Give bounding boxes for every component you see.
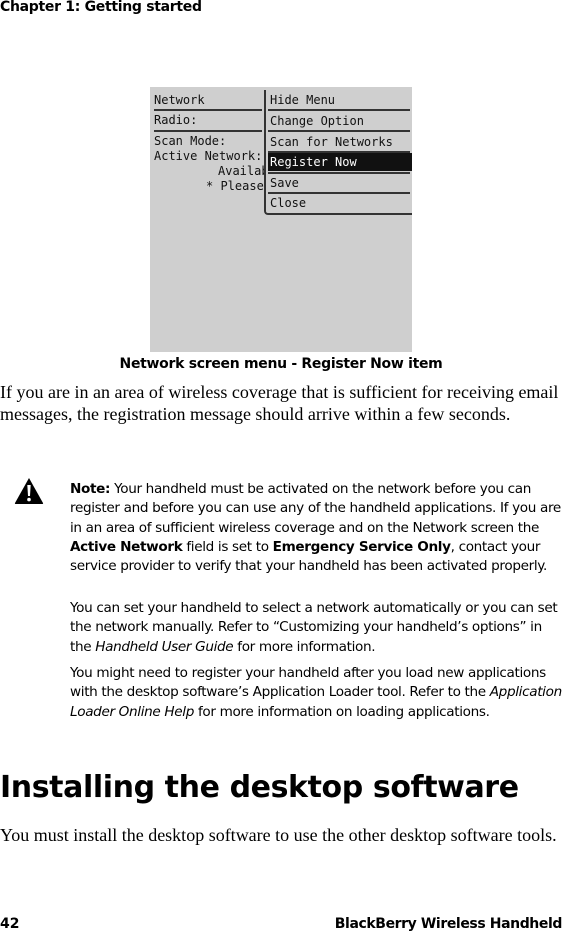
menu-item-hide-menu[interactable]: Hide Menu [268, 91, 412, 109]
body-paragraph: If you are in an area of wireless covera… [0, 382, 559, 424]
note-text: You might need to register your handheld… [70, 665, 546, 701]
note-paragraph: You might need to register your handheld… [70, 664, 562, 722]
field-radio: Radio: [154, 113, 198, 127]
section-heading: Installing the desktop software [0, 770, 519, 805]
menu-item-scan-for-networks[interactable]: Scan for Networks [268, 133, 412, 151]
network-screen-figure: Network Radio: Scan Mode: Active Network… [150, 87, 412, 352]
book-title: BlackBerry Wireless Handheld [334, 916, 562, 932]
note-text: for more information. [233, 638, 376, 655]
menu-item-close[interactable]: Close [268, 194, 412, 212]
field-please: * Please [206, 179, 264, 193]
menu-item-register-now[interactable]: Register Now [268, 153, 412, 171]
field-value-emergency: Emergency Service Only [272, 538, 451, 555]
book-reference: Handheld User Guide [95, 638, 234, 655]
note-label: Note: [70, 481, 111, 497]
menu-separator [268, 130, 410, 132]
menu-separator [268, 109, 410, 111]
screen-title: Network [154, 93, 205, 107]
note-paragraph: You can set your handheld to select a ne… [70, 599, 562, 657]
body-paragraph: You must install the desktop software to… [0, 825, 557, 845]
network-screen-menu: Hide Menu Change Option Scan for Network… [264, 90, 412, 215]
menu-item-change-option[interactable]: Change Option [268, 112, 412, 130]
figure-caption: Network screen menu - Register Now item [119, 356, 443, 372]
note-text: field is set to [182, 538, 273, 555]
note-text: for more information on loading applicat… [193, 703, 490, 720]
warning-icon [14, 478, 44, 504]
note-text: Your handheld must be activated on the n… [70, 481, 561, 536]
note-paragraph: Note: Your handheld must be activated on… [70, 480, 562, 576]
running-head: Chapter 1: Getting started [0, 0, 202, 15]
menu-item-save[interactable]: Save [268, 174, 412, 192]
field-name-active-network: Active Network [70, 538, 183, 555]
page-number: 42 [0, 916, 20, 932]
